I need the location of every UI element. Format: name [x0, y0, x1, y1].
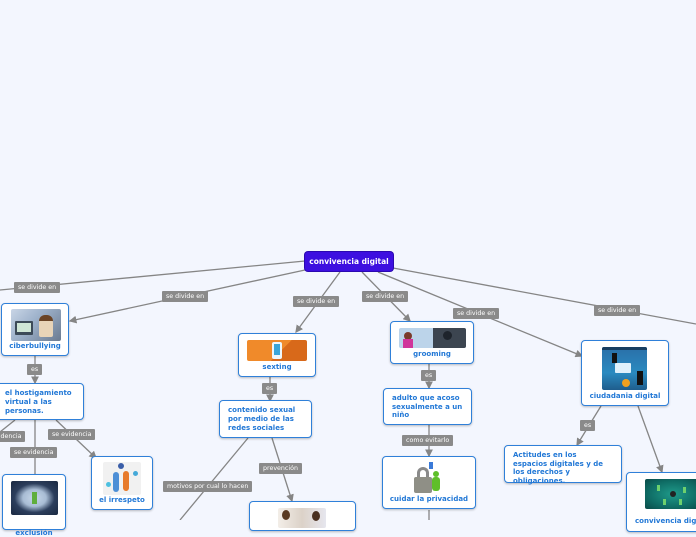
node-irrespeto[interactable]: el irrespeto [91, 456, 153, 510]
node-label: ciberbullying [9, 342, 61, 350]
connector-label: es [421, 370, 437, 381]
node-prevencion[interactable] [249, 501, 356, 531]
ciberbullying-image [11, 309, 61, 341]
node-sexting[interactable]: sexting [238, 333, 316, 377]
connector-label: se divide en [14, 282, 61, 293]
node-exclusion[interactable]: exclusión [2, 474, 66, 537]
link-root-right-far [392, 267, 696, 325]
connector-label: motivos por cual lo hacen [163, 481, 253, 492]
connector-label: se divide en [362, 291, 409, 302]
node-hostigamiento[interactable]: el hostigamiento virtual a las personas. [0, 383, 84, 420]
exclusion-image [11, 481, 58, 515]
irrespeto-image [103, 462, 141, 495]
root-node-convivencia-digital[interactable]: convivencia digital [305, 252, 393, 271]
node-actitudes[interactable]: Actitudes en los espacios digitales y de… [504, 445, 622, 485]
grooming-image [399, 328, 466, 348]
node-contenido-sexual[interactable]: contenido sexual por medio de las redes … [219, 400, 312, 438]
connector-label: se divide en [293, 296, 340, 307]
node-label: cuidar la privacidad [389, 495, 469, 503]
node-ciberbullying[interactable]: ciberbullying [1, 303, 69, 356]
connector-label: se divide en [453, 308, 500, 319]
node-adulto[interactable]: adulto que acoso sexualmente a un niño [383, 388, 472, 425]
connector-label: se divide en [162, 291, 209, 302]
connector-label: como evitarlo [402, 435, 454, 446]
connector-label: se evidencia [10, 447, 58, 458]
node-privacidad[interactable]: cuidar la privacidad [382, 456, 476, 509]
node-ciudadania[interactable]: ciudadania digital [581, 340, 669, 406]
node-label: el irrespeto [99, 496, 145, 504]
prevencion-image [278, 508, 326, 528]
mind-map-canvas[interactable]: convivencia digital se divide en se divi… [0, 0, 696, 537]
connector-label: se divide en [594, 305, 641, 316]
connector-label: es [262, 383, 278, 394]
sexting-image [247, 340, 307, 361]
node-label: convivencia digital [635, 517, 696, 525]
privacidad-image [411, 462, 449, 495]
connector-label: prevención [259, 463, 302, 474]
node-label: exclusión [15, 529, 53, 537]
node-convivencia-digital-2[interactable]: convivencia digital [626, 472, 696, 532]
ciudadania-image [602, 347, 647, 390]
node-label: ciudadania digital [589, 392, 661, 400]
convivencia2-image [645, 479, 696, 509]
link-contenido-motivos [179, 437, 249, 520]
connector-label: es [27, 364, 43, 375]
connector-label: es [580, 420, 596, 431]
connector-label: se evidencia [0, 431, 26, 442]
node-label: sexting [262, 363, 292, 371]
link-ciud-convivencia2 [637, 405, 664, 474]
node-label: grooming [413, 350, 451, 358]
node-grooming[interactable]: grooming [390, 321, 474, 364]
connector-label: se evidencia [48, 429, 96, 440]
